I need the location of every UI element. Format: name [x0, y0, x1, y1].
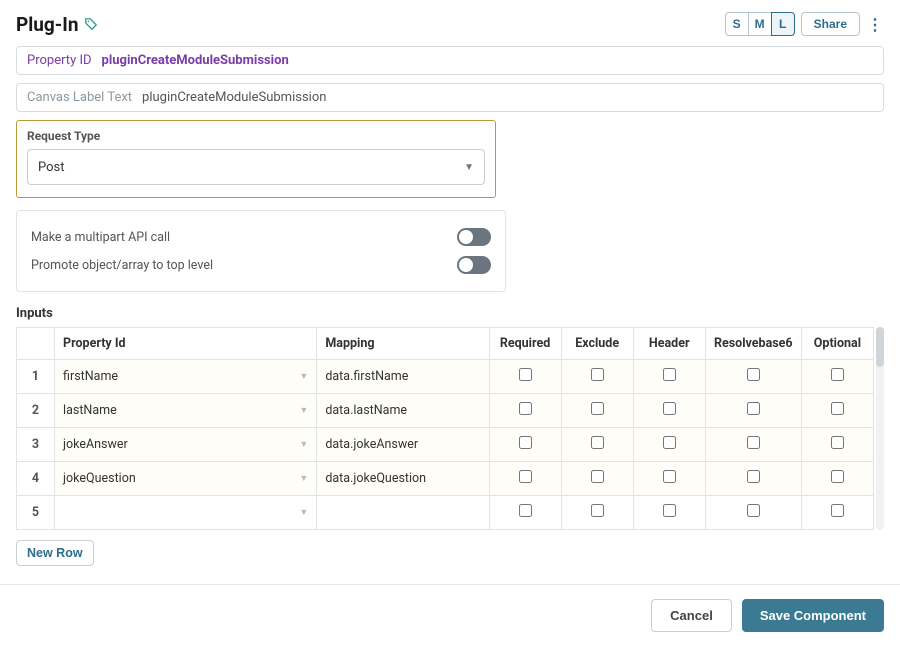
- resolvebase6-checkbox[interactable]: [747, 402, 760, 415]
- header-checkbox[interactable]: [663, 368, 676, 381]
- col-header-num: [17, 328, 55, 360]
- property-id-cell[interactable]: firstName▼: [55, 360, 317, 394]
- options-panel: Make a multipart API call Promote object…: [16, 210, 506, 292]
- col-header-resolvebase6: Resolvebase6: [705, 328, 801, 360]
- exclude-checkbox[interactable]: [591, 504, 604, 517]
- more-menu-icon[interactable]: ⋮: [866, 12, 884, 36]
- property-id-field[interactable]: Property ID pluginCreateModuleSubmission: [16, 46, 884, 75]
- header: Plug-In S M L Share ⋮: [16, 12, 884, 36]
- resolvebase6-checkbox[interactable]: [747, 470, 760, 483]
- optional-checkbox[interactable]: [831, 368, 844, 381]
- mapping-cell[interactable]: [317, 496, 489, 530]
- required-checkbox[interactable]: [519, 504, 532, 517]
- size-m-button[interactable]: M: [748, 12, 772, 36]
- exclude-checkbox[interactable]: [591, 368, 604, 381]
- mapping-cell[interactable]: data.lastName: [317, 394, 489, 428]
- mapping-cell[interactable]: data.jokeAnswer: [317, 428, 489, 462]
- promote-label: Promote object/array to top level: [31, 258, 213, 273]
- chevron-down-icon: ▼: [299, 405, 308, 416]
- property-id-label: Property ID: [27, 53, 92, 68]
- property-id-cell[interactable]: jokeQuestion▼: [55, 462, 317, 496]
- size-l-button[interactable]: L: [771, 12, 795, 36]
- inputs-section-label: Inputs: [16, 306, 884, 321]
- chevron-down-icon: ▼: [464, 162, 474, 173]
- property-id-cell[interactable]: lastName▼: [55, 394, 317, 428]
- row-number: 2: [17, 394, 55, 428]
- page-title: Plug-In: [16, 13, 78, 36]
- table-row: 4jokeQuestion▼data.jokeQuestion: [17, 462, 874, 496]
- cancel-button[interactable]: Cancel: [651, 599, 732, 632]
- multipart-label: Make a multipart API call: [31, 230, 170, 245]
- property-id-value: pluginCreateModuleSubmission: [102, 53, 289, 68]
- col-header-header: Header: [633, 328, 705, 360]
- canvas-label-field[interactable]: Canvas Label Text pluginCreateModuleSubm…: [16, 83, 884, 112]
- tag-icon[interactable]: [84, 17, 98, 31]
- col-header-property: Property Id: [55, 328, 317, 360]
- request-type-section: Request Type Post ▼: [16, 120, 496, 198]
- required-checkbox[interactable]: [519, 368, 532, 381]
- col-header-exclude: Exclude: [561, 328, 633, 360]
- size-s-button[interactable]: S: [725, 12, 749, 36]
- property-id-cell[interactable]: jokeAnswer▼: [55, 428, 317, 462]
- optional-checkbox[interactable]: [831, 436, 844, 449]
- scrollbar[interactable]: [876, 327, 884, 530]
- header-checkbox[interactable]: [663, 436, 676, 449]
- canvas-label-value: pluginCreateModuleSubmission: [142, 90, 326, 105]
- col-header-optional: Optional: [801, 328, 873, 360]
- promote-toggle[interactable]: [457, 256, 491, 274]
- header-checkbox[interactable]: [663, 504, 676, 517]
- header-checkbox[interactable]: [663, 402, 676, 415]
- request-type-label: Request Type: [27, 129, 485, 143]
- exclude-checkbox[interactable]: [591, 436, 604, 449]
- required-checkbox[interactable]: [519, 436, 532, 449]
- row-number: 1: [17, 360, 55, 394]
- property-id-cell[interactable]: ▼: [55, 496, 317, 530]
- request-type-selected: Post: [38, 160, 65, 175]
- mapping-cell[interactable]: data.firstName: [317, 360, 489, 394]
- new-row-button[interactable]: New Row: [16, 540, 94, 566]
- chevron-down-icon: ▼: [299, 507, 308, 518]
- optional-checkbox[interactable]: [831, 470, 844, 483]
- canvas-label-label: Canvas Label Text: [27, 90, 132, 105]
- footer: Cancel Save Component: [0, 584, 900, 646]
- multipart-toggle[interactable]: [457, 228, 491, 246]
- mapping-cell[interactable]: data.jokeQuestion: [317, 462, 489, 496]
- exclude-checkbox[interactable]: [591, 470, 604, 483]
- chevron-down-icon: ▼: [299, 371, 308, 382]
- col-header-required: Required: [489, 328, 561, 360]
- table-row: 2lastName▼data.lastName: [17, 394, 874, 428]
- required-checkbox[interactable]: [519, 402, 532, 415]
- row-number: 3: [17, 428, 55, 462]
- size-toggle-group: S M L: [725, 12, 795, 36]
- request-type-dropdown[interactable]: Post ▼: [27, 149, 485, 185]
- optional-checkbox[interactable]: [831, 504, 844, 517]
- col-header-mapping: Mapping: [317, 328, 489, 360]
- row-number: 4: [17, 462, 55, 496]
- required-checkbox[interactable]: [519, 470, 532, 483]
- chevron-down-icon: ▼: [299, 473, 308, 484]
- table-row: 1firstName▼data.firstName: [17, 360, 874, 394]
- save-button[interactable]: Save Component: [742, 599, 884, 632]
- table-row: 3jokeAnswer▼data.jokeAnswer: [17, 428, 874, 462]
- resolvebase6-checkbox[interactable]: [747, 504, 760, 517]
- row-number: 5: [17, 496, 55, 530]
- table-row: 5▼: [17, 496, 874, 530]
- resolvebase6-checkbox[interactable]: [747, 436, 760, 449]
- header-checkbox[interactable]: [663, 470, 676, 483]
- inputs-table: Property Id Mapping Required Exclude Hea…: [16, 327, 874, 530]
- exclude-checkbox[interactable]: [591, 402, 604, 415]
- inputs-tbody: 1firstName▼data.firstName2lastName▼data.…: [17, 360, 874, 530]
- optional-checkbox[interactable]: [831, 402, 844, 415]
- resolvebase6-checkbox[interactable]: [747, 368, 760, 381]
- chevron-down-icon: ▼: [299, 439, 308, 450]
- share-button[interactable]: Share: [801, 12, 860, 36]
